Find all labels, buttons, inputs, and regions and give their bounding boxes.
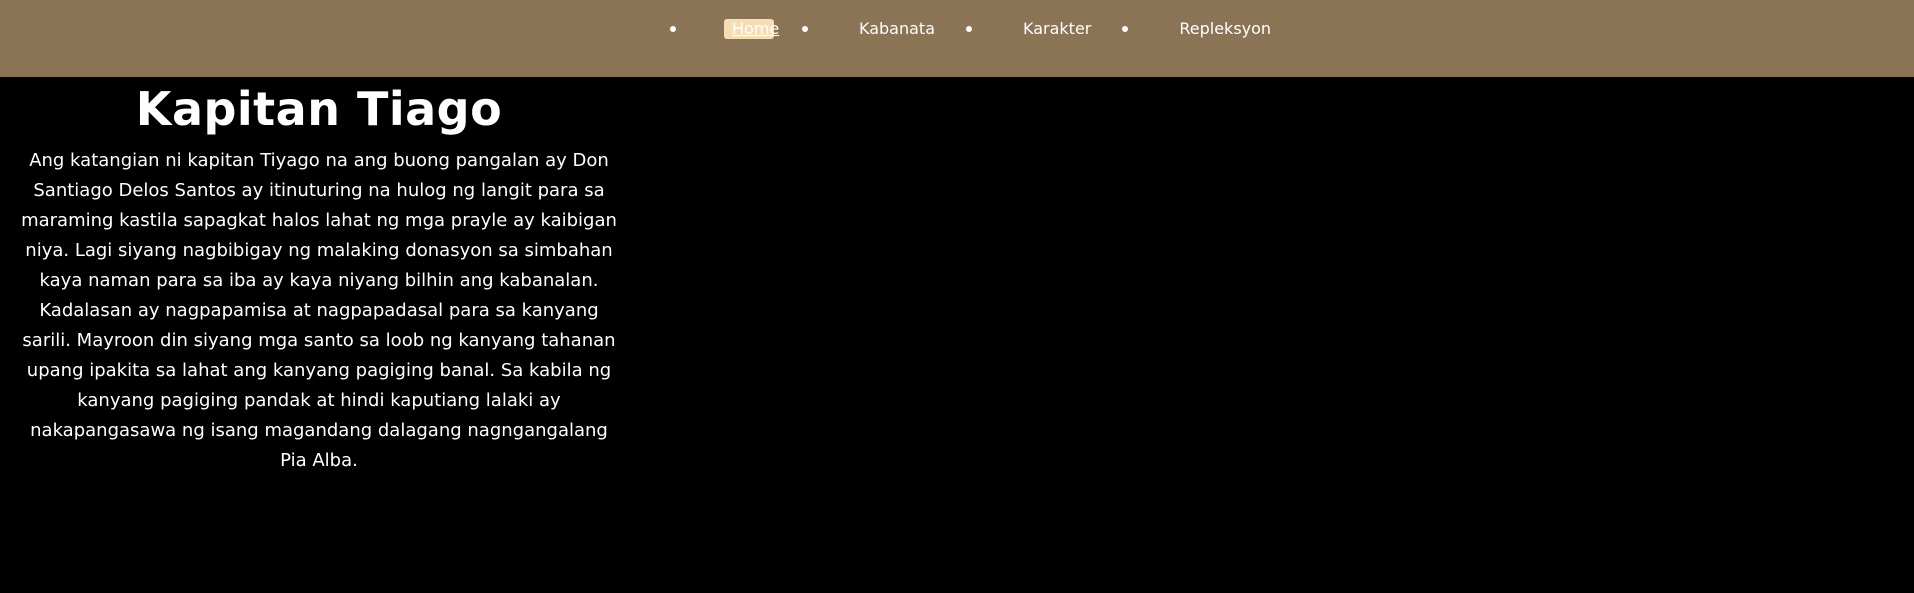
nav-item-home: Home	[670, 19, 779, 39]
nav-link-repleksyon[interactable]: Repleksyon	[1176, 19, 1274, 39]
nav-item-kabanata: Kabanata	[802, 19, 938, 39]
bullet-icon	[1122, 26, 1129, 32]
nav-link-home[interactable]: Home	[724, 19, 779, 39]
character-description: Ang katangian ni kapitan Tiyago na ang b…	[21, 150, 617, 471]
bullet-icon	[966, 26, 972, 32]
nav-item-karakter: Karakter	[966, 19, 1094, 39]
bullet-icon	[802, 26, 808, 32]
top-navbar: Home Kabanata Karakter Repleksyon	[0, 0, 1914, 77]
main-content: Kapitan Tiago Ang katangian ni kapitan T…	[20, 78, 618, 476]
nav-link-kabanata[interactable]: Kabanata	[856, 19, 938, 39]
nav-link-karakter[interactable]: Karakter	[1020, 19, 1094, 39]
nav-item-repleksyon: Repleksyon	[1122, 19, 1274, 39]
bullet-icon	[670, 26, 676, 32]
nav-list: Home Kabanata Karakter Repleksyon	[670, 18, 1302, 40]
page-title: Kapitan Tiago	[135, 82, 503, 136]
